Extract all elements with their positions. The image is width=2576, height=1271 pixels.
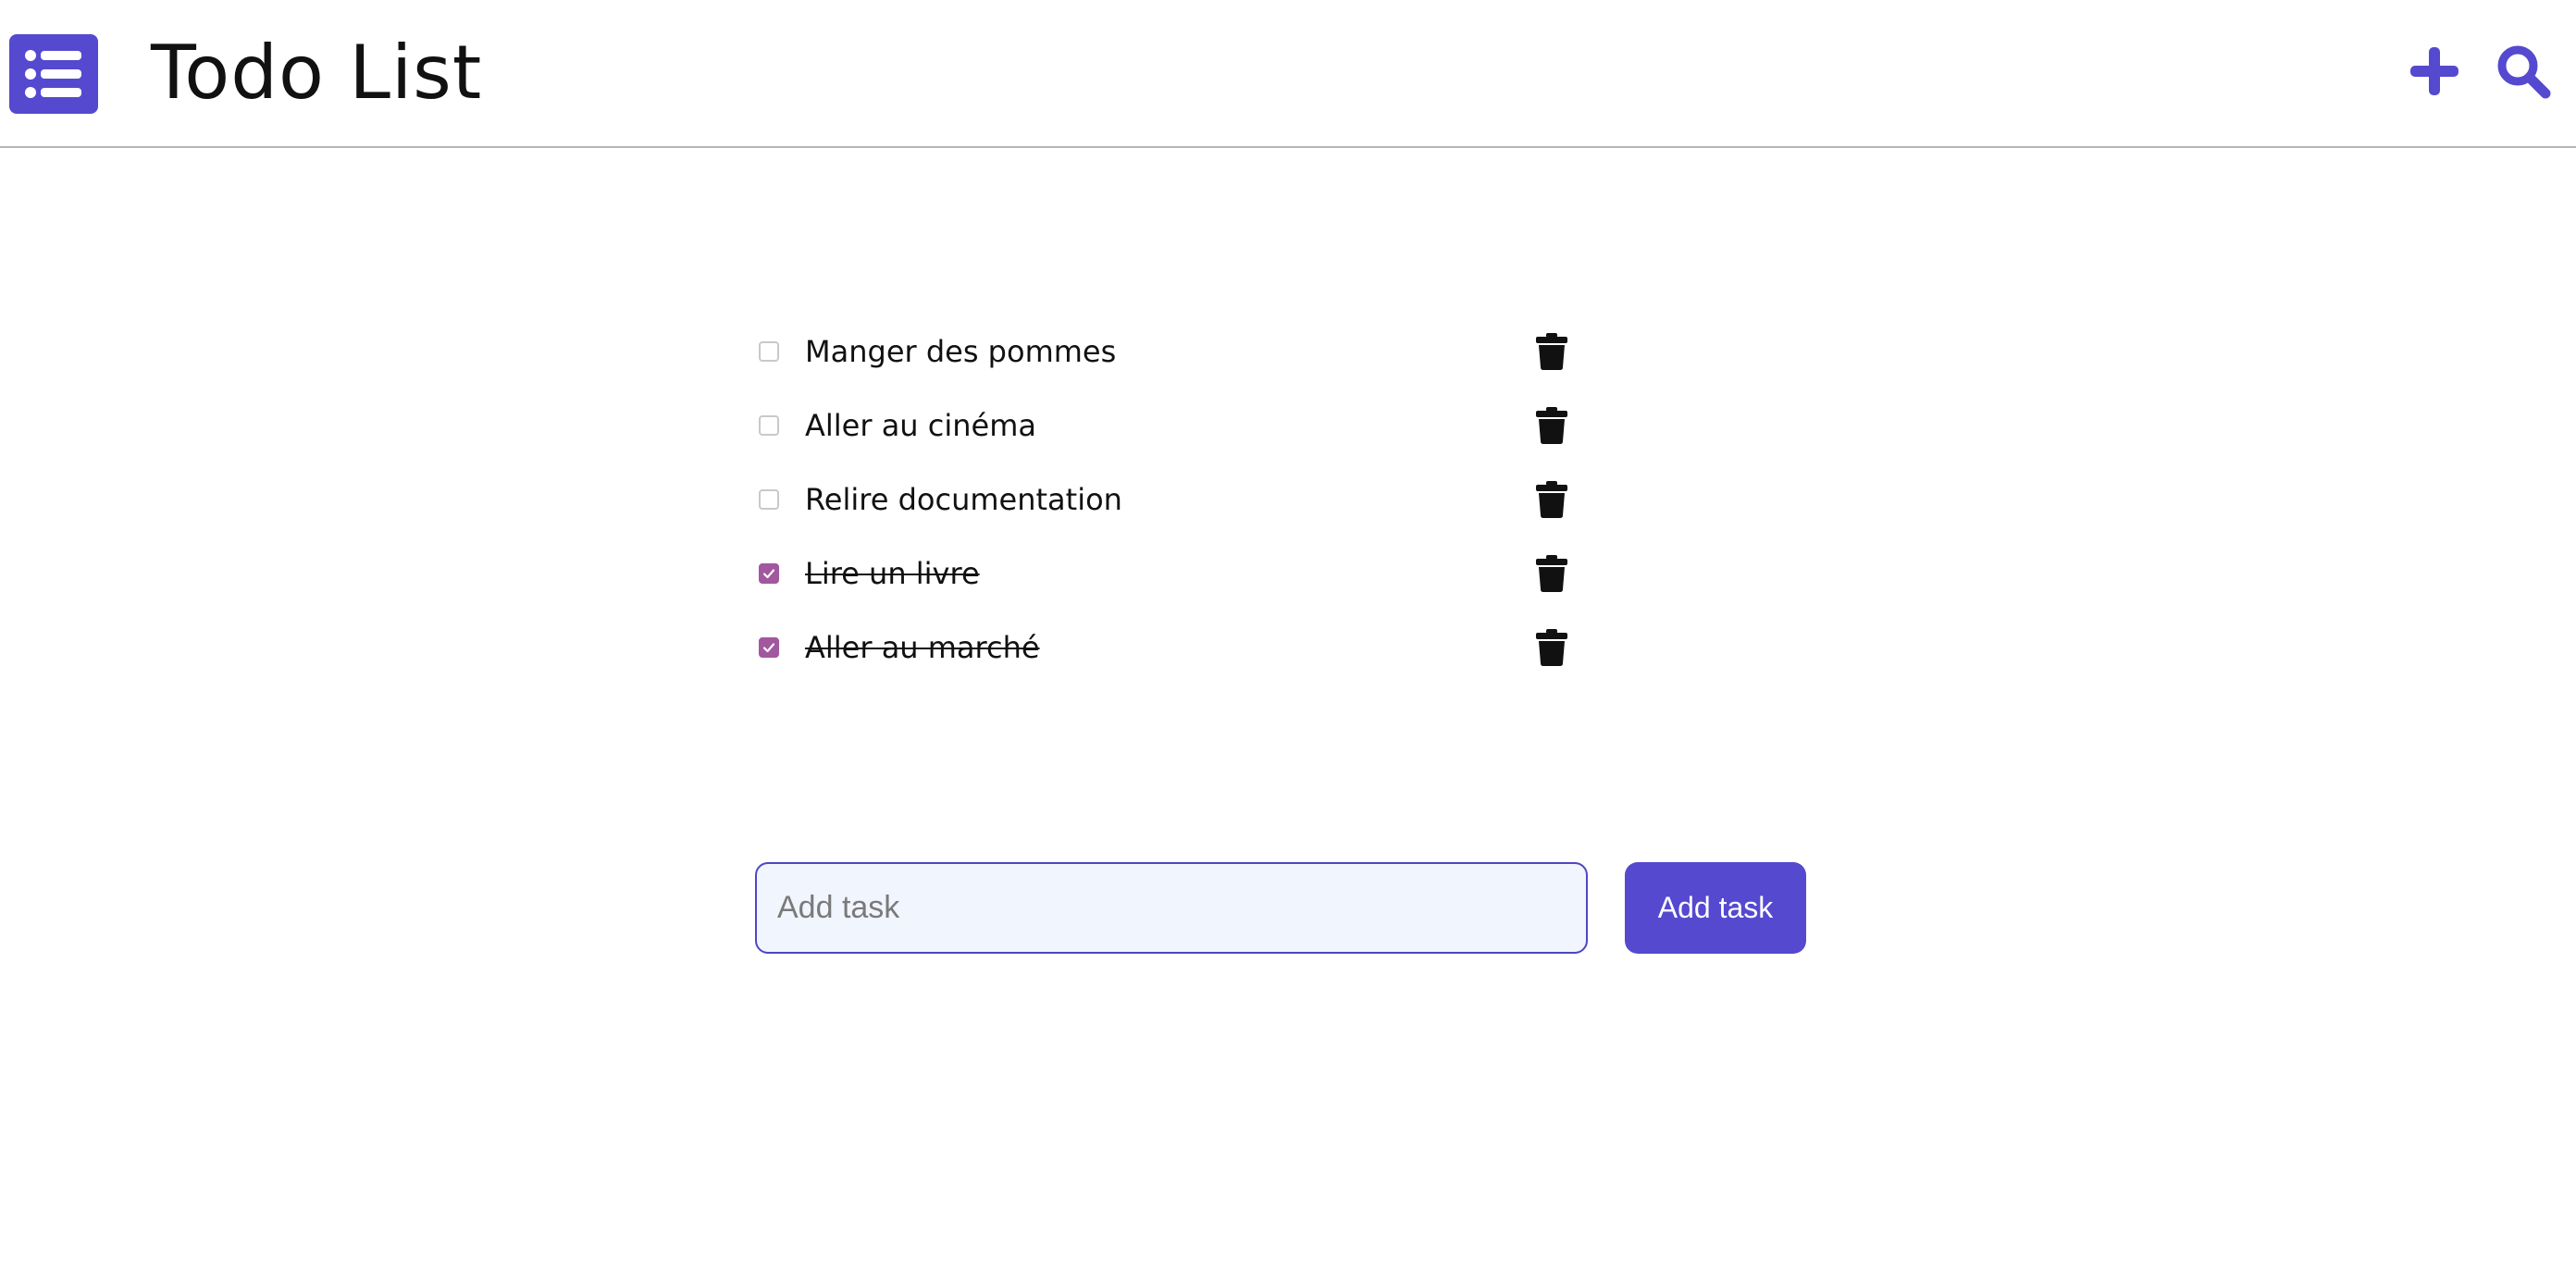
add-task-input[interactable] xyxy=(755,862,1588,954)
task-item: Relire documentation xyxy=(751,463,1584,537)
task-label: Lire un livre xyxy=(805,556,980,591)
trash-icon[interactable] xyxy=(1536,629,1567,666)
trash-icon[interactable] xyxy=(1536,407,1567,444)
task-label: Relire documentation xyxy=(805,482,1122,517)
trash-icon[interactable] xyxy=(1536,481,1567,518)
plus-icon[interactable] xyxy=(2402,39,2467,104)
task-item: Aller au cinéma xyxy=(751,389,1584,463)
task-checkbox[interactable] xyxy=(759,489,779,510)
task-label: Aller au cinéma xyxy=(805,408,1036,443)
task-checkbox[interactable] xyxy=(759,637,779,658)
app-header: Todo List xyxy=(0,0,2576,148)
page-title: Todo List xyxy=(151,30,483,116)
task-checkbox[interactable] xyxy=(759,415,779,436)
task-checkbox[interactable] xyxy=(759,563,779,584)
task-item: Lire un livre xyxy=(751,537,1584,611)
trash-icon[interactable] xyxy=(1536,333,1567,370)
add-task-button[interactable]: Add task xyxy=(1625,862,1806,954)
task-checkbox[interactable] xyxy=(759,341,779,362)
list-icon[interactable] xyxy=(9,34,98,114)
trash-icon[interactable] xyxy=(1536,555,1567,592)
task-label: Aller au marché xyxy=(805,630,1040,665)
task-item: Manger des pommes xyxy=(751,315,1584,389)
search-icon[interactable] xyxy=(2491,39,2556,104)
list-icon-graphic xyxy=(25,50,81,98)
task-label: Manger des pommes xyxy=(805,334,1117,369)
task-item: Aller au marché xyxy=(751,611,1584,685)
task-list: Manger des pommes Aller au cinéma Relire… xyxy=(751,315,1584,685)
